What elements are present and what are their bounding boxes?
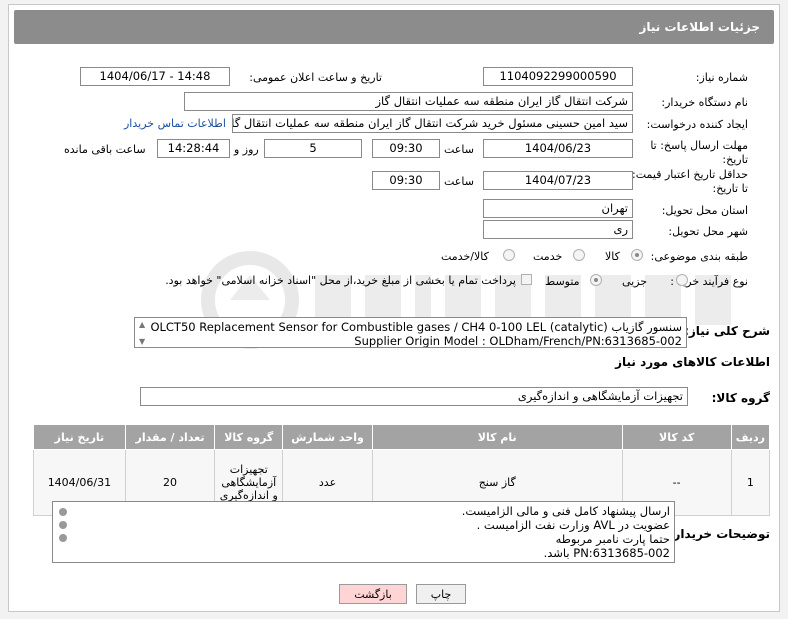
payment-note: پرداخت تمام یا بخشی از مبلغ خرید،از محل … bbox=[165, 274, 516, 287]
need-description-label: شرح کلی نیاز: bbox=[684, 324, 770, 338]
city-field: ری bbox=[483, 220, 633, 239]
validity-date-field: 1404/07/23 bbox=[483, 171, 633, 190]
header-goods-name: نام کالا bbox=[371, 424, 623, 450]
requester-label: ایجاد کننده درخواست: bbox=[646, 118, 748, 131]
process-radio-minor[interactable] bbox=[676, 274, 688, 286]
process-radio-medium[interactable] bbox=[590, 274, 602, 286]
deadline-time-field: 09:30 bbox=[372, 139, 440, 158]
category-radio-both[interactable] bbox=[503, 249, 515, 261]
page-title: جزئیات اطلاعات نیاز bbox=[639, 20, 760, 34]
buyer-notes-line-2: عضویت در AVL وزارت نفت الزامیست . bbox=[476, 518, 670, 532]
buyer-notes-line-3: حتما پارت نامبر مربوطه bbox=[555, 532, 670, 546]
cell-row-number: 1 bbox=[730, 449, 771, 516]
header-need-date: تاریخ نیاز bbox=[33, 424, 126, 450]
process-option-medium: متوسط bbox=[545, 275, 580, 288]
buyer-org-field: شرکت انتقال گاز ایران منطقه سه عملیات ان… bbox=[184, 92, 633, 111]
need-description-line-2: Supplier Origin Model : OLDham/French/PN… bbox=[354, 334, 682, 348]
buyer-org-label: نام دستگاه خریدار: bbox=[661, 96, 748, 109]
buyer-notes-line-4: PN:6313685-002 باشد. bbox=[543, 546, 670, 560]
requester-field: سید امین حسینی مسئول خرید شرکت انتقال گا… bbox=[232, 114, 633, 133]
contact-info-link[interactable]: اطلاعات تماس خریدار bbox=[124, 117, 226, 130]
header-goods-group: گروه کالا bbox=[214, 424, 284, 450]
announce-label: تاریخ و ساعت اعلان عمومی: bbox=[249, 71, 382, 84]
remaining-time-field: 14:28:44 bbox=[157, 139, 230, 158]
city-label: شهر محل تحویل: bbox=[668, 225, 748, 238]
scroll-dot-icon[interactable] bbox=[59, 521, 67, 529]
scroll-up-icon[interactable]: ▲ bbox=[139, 320, 145, 329]
goods-group-label: گروه کالا: bbox=[711, 391, 770, 405]
category-option-service: خدمت bbox=[533, 250, 563, 263]
treasury-payment-checkbox[interactable] bbox=[521, 274, 532, 285]
header-goods-code: کد کالا bbox=[621, 424, 732, 450]
scroll-down-icon[interactable]: ▼ bbox=[139, 337, 145, 346]
category-radio-goods[interactable] bbox=[631, 249, 643, 261]
deadline-time-label: ساعت bbox=[444, 143, 474, 156]
category-radio-service[interactable] bbox=[573, 249, 585, 261]
need-description-line-1: OLCT50 Replacement Sensor for Combustibl… bbox=[150, 320, 682, 334]
deadline-label: مهلت ارسال پاسخ: تا bbox=[650, 139, 748, 152]
header-quantity: تعداد / مقدار bbox=[124, 424, 216, 450]
table-header-row: تاریخ نیاز تعداد / مقدار گروه کالا واحد … bbox=[33, 424, 771, 450]
need-number-field: 1104092299000590 bbox=[483, 67, 633, 86]
goods-info-title: اطلاعات کالاهای مورد نیاز bbox=[615, 355, 770, 369]
validity-time-field: 09:30 bbox=[372, 171, 440, 190]
header-bar: جزئیات اطلاعات نیاز bbox=[14, 10, 774, 44]
days-label: روز و bbox=[234, 143, 259, 156]
category-option-both: کالا/خدمت bbox=[441, 250, 489, 263]
days-field: 5 bbox=[264, 139, 362, 158]
header-row-number: ردیف bbox=[730, 424, 771, 450]
buyer-notes-box[interactable]: ارسال پیشنهاد کامل فنی و مالی الزامیست. … bbox=[52, 501, 675, 563]
category-label: طبقه بندی موضوعی: bbox=[650, 250, 748, 263]
need-description-box[interactable]: ▲ ▼ OLCT50 Replacement Sensor for Combus… bbox=[134, 317, 687, 348]
announce-field: 1404/06/17 - 14:48 bbox=[80, 67, 230, 86]
validity-label-2: تا تاریخ: bbox=[712, 182, 748, 195]
scroll-dot-icon[interactable] bbox=[59, 508, 67, 516]
province-field: تهران bbox=[483, 199, 633, 218]
deadline-label-2: تاریخ: bbox=[722, 153, 748, 166]
category-option-goods: کالا bbox=[605, 250, 620, 263]
goods-group-field: تجهیزات آزمایشگاهی و اندازه‌گیری bbox=[140, 387, 688, 406]
process-option-minor: جزیی bbox=[622, 275, 648, 288]
province-label: استان محل تحویل: bbox=[661, 204, 748, 217]
deadline-date-field: 1404/06/23 bbox=[483, 139, 633, 158]
buyer-notes-label: توضیحات خریدار: bbox=[668, 527, 770, 541]
header-unit: واحد شمارش bbox=[282, 424, 373, 450]
need-number-label: شماره نیاز: bbox=[695, 71, 748, 84]
buyer-notes-line-1: ارسال پیشنهاد کامل فنی و مالی الزامیست. bbox=[461, 504, 670, 518]
validity-label: حداقل تاریخ اعتبار قیمت: bbox=[632, 168, 748, 181]
remaining-label: ساعت باقی مانده bbox=[64, 143, 146, 156]
scroll-dot-icon[interactable] bbox=[59, 534, 67, 542]
back-button[interactable]: بازگشت bbox=[339, 584, 407, 604]
validity-time-label: ساعت bbox=[444, 175, 474, 188]
print-button[interactable]: چاپ bbox=[416, 584, 466, 604]
